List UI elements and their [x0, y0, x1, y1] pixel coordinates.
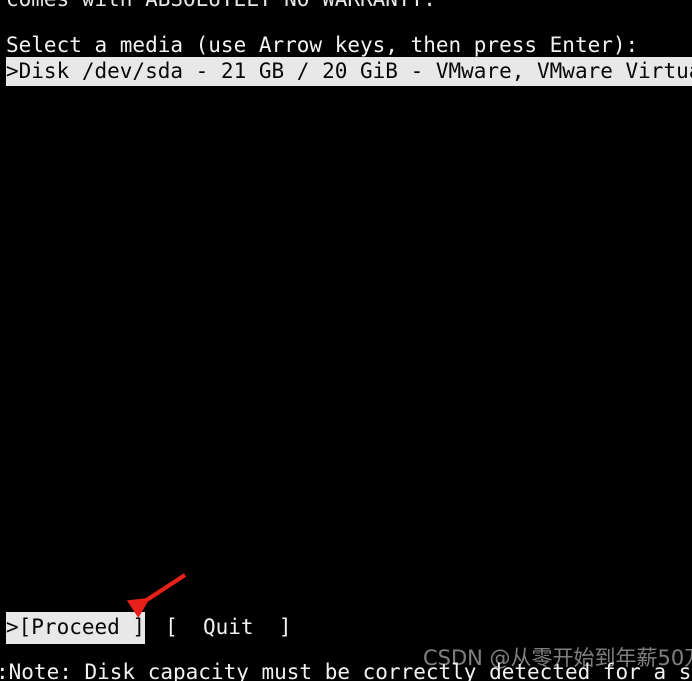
disk-option-selected[interactable]: >Disk /dev/sda - 21 GB / 20 GiB - VMware… [6, 57, 692, 86]
select-media-prompt: Select a media (use Arrow keys, then pre… [6, 33, 639, 57]
quit-button[interactable]: [ Quit ] [165, 612, 291, 644]
proceed-button[interactable]: >[Proceed ] [6, 612, 146, 644]
disk-capacity-note: :Note: Disk capacity must be correctly d… [0, 660, 692, 681]
warranty-text-line: comes with ABSOLUTELY NO WARRANTY. [6, 0, 436, 12]
button-bar: >[Proceed ] [ Quit ] [6, 612, 292, 644]
installer-terminal-screen: comes with ABSOLUTELY NO WARRANTY. Selec… [0, 0, 692, 681]
red-pointer-arrow-icon [126, 573, 187, 618]
